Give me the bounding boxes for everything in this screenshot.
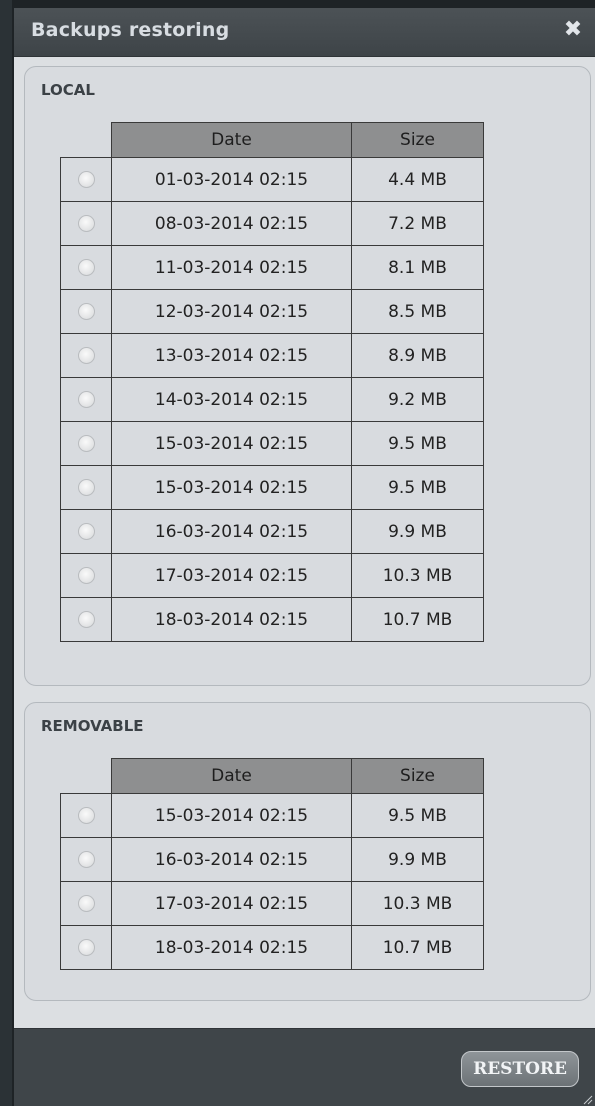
header-size: Size — [351, 122, 484, 158]
local-heading: LOCAL — [41, 81, 95, 99]
backup-size: 8.1 MB — [351, 245, 484, 290]
select-backup-radio[interactable] — [77, 611, 95, 628]
close-icon[interactable]: ✖ — [561, 18, 585, 42]
row-radio-cell — [60, 245, 112, 290]
row-radio-cell — [60, 793, 112, 838]
row-radio-cell — [60, 925, 112, 970]
header-radio-cell — [60, 122, 112, 158]
header-date: Date — [111, 122, 352, 158]
restore-button[interactable]: RESTORE — [461, 1051, 579, 1087]
local-backups-panel: LOCAL Date Size 01-03-2014 02:15 4.4 MB 08… — [24, 66, 591, 686]
select-backup-radio[interactable] — [77, 259, 95, 276]
backup-size: 10.3 MB — [351, 881, 484, 926]
backups-restoring-dialog: Backups restoring ✖ LOCAL Date Size 01-0… — [14, 8, 595, 1106]
table-row[interactable]: 14-03-2014 02:15 9.2 MB — [60, 377, 484, 422]
removable-heading: REMOVABLE — [41, 717, 144, 735]
table-row[interactable]: 01-03-2014 02:15 4.4 MB — [60, 157, 484, 202]
table-row[interactable]: 12-03-2014 02:15 8.5 MB — [60, 289, 484, 334]
select-backup-radio[interactable] — [77, 215, 95, 232]
select-backup-radio[interactable] — [77, 171, 95, 188]
dialog-title: Backups restoring — [31, 19, 230, 41]
backup-date: 16-03-2014 02:15 — [111, 509, 352, 554]
backup-size: 8.5 MB — [351, 289, 484, 334]
select-backup-radio[interactable] — [77, 807, 95, 824]
backup-date: 17-03-2014 02:15 — [111, 881, 352, 926]
backup-size: 9.2 MB — [351, 377, 484, 422]
backup-date: 18-03-2014 02:15 — [111, 597, 352, 642]
removable-backups-panel: REMOVABLE Date Size 15-03-2014 02:15 9.5 … — [24, 702, 591, 1001]
header-date: Date — [111, 758, 352, 794]
table-row[interactable]: 18-03-2014 02:15 10.7 MB — [60, 597, 484, 642]
backup-date: 15-03-2014 02:15 — [111, 421, 352, 466]
dialog-footer: RESTORE — [14, 1028, 595, 1106]
backup-size: 4.4 MB — [351, 157, 484, 202]
select-backup-radio[interactable] — [77, 479, 95, 496]
select-backup-radio[interactable] — [77, 523, 95, 540]
select-backup-radio[interactable] — [77, 347, 95, 364]
row-radio-cell — [60, 377, 112, 422]
backup-date: 17-03-2014 02:15 — [111, 553, 352, 598]
backup-size: 9.5 MB — [351, 793, 484, 838]
select-backup-radio[interactable] — [77, 939, 95, 956]
backup-date: 12-03-2014 02:15 — [111, 289, 352, 334]
backup-date: 14-03-2014 02:15 — [111, 377, 352, 422]
select-backup-radio[interactable] — [77, 567, 95, 584]
table-header-row: Date Size — [60, 122, 484, 158]
table-row[interactable]: 08-03-2014 02:15 7.2 MB — [60, 201, 484, 246]
header-radio-cell — [60, 758, 112, 794]
select-backup-radio[interactable] — [77, 895, 95, 912]
removable-backups-table: Date Size 15-03-2014 02:15 9.5 MB 16-03-20… — [60, 758, 484, 970]
backup-size: 9.5 MB — [351, 465, 484, 510]
table-header-row: Date Size — [60, 758, 484, 794]
backup-size: 9.5 MB — [351, 421, 484, 466]
backup-date: 13-03-2014 02:15 — [111, 333, 352, 378]
row-radio-cell — [60, 837, 112, 882]
background-window — [0, 0, 12, 1106]
row-radio-cell — [60, 201, 112, 246]
backup-date: 16-03-2014 02:15 — [111, 837, 352, 882]
backup-size: 7.2 MB — [351, 201, 484, 246]
table-row[interactable]: 15-03-2014 02:15 9.5 MB — [60, 793, 484, 838]
table-row[interactable]: 13-03-2014 02:15 8.9 MB — [60, 333, 484, 378]
row-radio-cell — [60, 597, 112, 642]
local-backups-table: Date Size 01-03-2014 02:15 4.4 MB 08-03-20… — [60, 122, 484, 642]
dialog-titlebar[interactable]: Backups restoring ✖ — [14, 8, 595, 57]
header-size: Size — [351, 758, 484, 794]
row-radio-cell — [60, 881, 112, 926]
backup-date: 08-03-2014 02:15 — [111, 201, 352, 246]
table-row[interactable]: 17-03-2014 02:15 10.3 MB — [60, 553, 484, 598]
resize-grip-icon[interactable] — [581, 1093, 593, 1105]
table-row[interactable]: 15-03-2014 02:15 9.5 MB — [60, 465, 484, 510]
backup-size: 10.3 MB — [351, 553, 484, 598]
row-radio-cell — [60, 421, 112, 466]
table-row[interactable]: 16-03-2014 02:15 9.9 MB — [60, 837, 484, 882]
row-radio-cell — [60, 289, 112, 334]
row-radio-cell — [60, 465, 112, 510]
select-backup-radio[interactable] — [77, 435, 95, 452]
row-radio-cell — [60, 553, 112, 598]
backup-date: 01-03-2014 02:15 — [111, 157, 352, 202]
backup-size: 9.9 MB — [351, 837, 484, 882]
backup-size: 9.9 MB — [351, 509, 484, 554]
backup-date: 11-03-2014 02:15 — [111, 245, 352, 290]
table-row[interactable]: 11-03-2014 02:15 8.1 MB — [60, 245, 484, 290]
backup-date: 15-03-2014 02:15 — [111, 793, 352, 838]
table-row[interactable]: 17-03-2014 02:15 10.3 MB — [60, 881, 484, 926]
select-backup-radio[interactable] — [77, 851, 95, 868]
select-backup-radio[interactable] — [77, 303, 95, 320]
backup-date: 18-03-2014 02:15 — [111, 925, 352, 970]
select-backup-radio[interactable] — [77, 391, 95, 408]
backup-size: 10.7 MB — [351, 597, 484, 642]
backup-date: 15-03-2014 02:15 — [111, 465, 352, 510]
backup-size: 8.9 MB — [351, 333, 484, 378]
row-radio-cell — [60, 333, 112, 378]
row-radio-cell — [60, 509, 112, 554]
backup-size: 10.7 MB — [351, 925, 484, 970]
table-row[interactable]: 18-03-2014 02:15 10.7 MB — [60, 925, 484, 970]
table-row[interactable]: 15-03-2014 02:15 9.5 MB — [60, 421, 484, 466]
table-row[interactable]: 16-03-2014 02:15 9.9 MB — [60, 509, 484, 554]
row-radio-cell — [60, 157, 112, 202]
